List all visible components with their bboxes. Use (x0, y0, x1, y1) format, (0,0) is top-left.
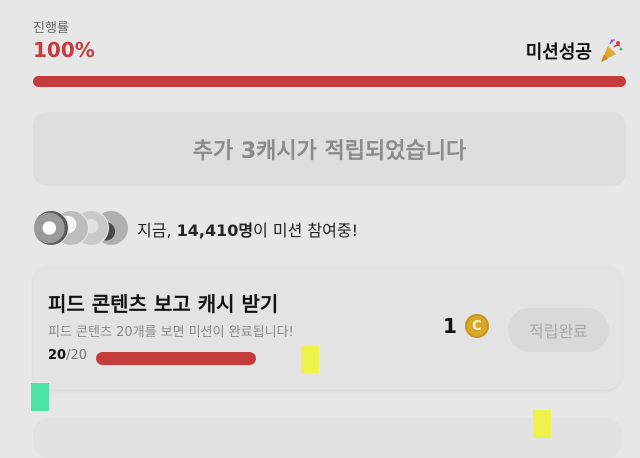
reward-banner-text: 추가 3캐시가 적립되었습니다 (192, 139, 467, 164)
reward-amount: 1 C (443, 314, 489, 338)
participants-suffix: 이 미션 참여중! (253, 221, 358, 240)
participants-text: 지금, 14,410명이 미션 참여중! (137, 217, 358, 241)
progress-value: 100% (33, 38, 95, 62)
avatar-group (33, 210, 133, 248)
participants-row: 지금, 14,410명이 미션 참여중! (33, 210, 358, 248)
mission-current: 20 (48, 348, 67, 363)
mission-total: /20 (66, 348, 88, 363)
coin-icon: C (464, 314, 489, 338)
progress-bar (33, 76, 626, 87)
mission-subtitle: 피드 콘텐츠 20개를 보면 미션이 완료됩니다! (48, 325, 294, 340)
progress-label: 진행률 (33, 21, 69, 36)
participants-count: 14,410명 (176, 221, 254, 240)
progress-bar-fill (33, 76, 626, 87)
highlight-marker (533, 410, 551, 438)
reward-amount-value: 1 (443, 314, 457, 338)
mission-success-label: 미션성공 (525, 42, 592, 63)
highlight-marker (31, 383, 49, 411)
mission-success-badge: 미션성공 (526, 38, 624, 64)
mission-progress-count: 20/20 (48, 348, 87, 363)
mission-title: 피드 콘텐츠 보고 캐시 받기 (48, 292, 279, 316)
reward-banner: 추가 3캐시가 적립되었습니다 (33, 112, 626, 186)
party-popper-icon (601, 39, 623, 62)
avatar (33, 210, 69, 246)
claim-complete-button[interactable]: 적립완료 (508, 308, 609, 352)
highlight-marker (301, 346, 319, 373)
participants-prefix: 지금, (137, 221, 177, 240)
mission-progress-bar (96, 352, 256, 365)
mission-progress-fill (96, 352, 256, 365)
mission-card: 피드 콘텐츠 보고 캐시 받기 피드 콘텐츠 20개를 보면 미션이 완료됩니다… (33, 266, 622, 390)
